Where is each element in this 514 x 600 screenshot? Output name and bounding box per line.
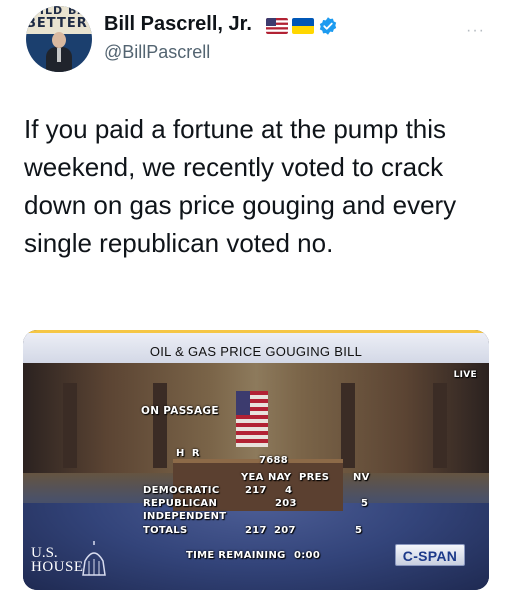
chamber-pillar <box>63 383 77 468</box>
bill-prefix: H R <box>176 448 202 459</box>
capitol-dome-icon <box>82 541 106 576</box>
time-remaining-value: 0:00 <box>294 550 321 561</box>
user-handle[interactable]: @BillPascrell <box>104 42 210 63</box>
tweet-header: UILD BA BETTER Bill Pascrell, Jr. @BillP… <box>0 0 514 90</box>
col-yea: YEA <box>241 472 264 483</box>
avatar[interactable]: UILD BA BETTER <box>26 6 92 72</box>
row-democratic-nay: 4 <box>285 485 293 496</box>
display-name[interactable]: Bill Pascrell, Jr. <box>104 13 252 36</box>
cspan-logo: C-SPAN <box>395 544 465 566</box>
vote-stage: ON PASSAGE <box>141 405 219 417</box>
live-indicator: LIVE <box>453 370 477 380</box>
bill-title-banner: OIL & GAS PRICE GOUGING BILL <box>23 330 489 363</box>
row-republican-label: REPUBLICAN <box>143 498 218 509</box>
avatar-person <box>46 32 72 72</box>
us-house-logo: U.S. HOUSE <box>29 541 109 581</box>
chamber-pillar <box>433 383 447 468</box>
row-republican-nay: 203 <box>275 498 297 509</box>
avatar-banner: UILD BA BETTER <box>26 6 92 34</box>
chamber-flag-icon <box>236 391 268 447</box>
us-flag-icon <box>266 18 288 34</box>
avatar-person-head <box>52 32 66 48</box>
row-democratic-yea: 217 <box>245 485 267 496</box>
row-totals-label: TOTALS <box>143 525 188 536</box>
col-nay: NAY <box>268 472 292 483</box>
chamber-pillar <box>153 383 167 468</box>
bill-number: 7688 <box>259 455 289 466</box>
row-independent-label: INDEPENDENT <box>143 511 227 522</box>
ukraine-flag-icon <box>292 18 314 34</box>
avatar-banner-line2: BETTER <box>26 16 88 31</box>
row-democratic-label: DEMOCRATIC <box>143 485 220 496</box>
time-remaining-label: TIME REMAINING <box>186 550 286 561</box>
chamber-pillar <box>341 383 355 468</box>
row-totals-nay: 207 <box>274 525 296 536</box>
avatar-person-tie <box>57 48 61 62</box>
col-nv: NV <box>353 472 370 483</box>
row-totals-yea: 217 <box>245 525 267 536</box>
house-logo-line2: HOUSE <box>31 559 84 575</box>
verified-badge-icon <box>319 17 337 35</box>
col-pres: PRES <box>299 472 330 483</box>
row-totals-nv: 5 <box>355 525 363 536</box>
row-republican-nv: 5 <box>361 498 369 509</box>
house-logo-line1: U.S. <box>31 545 58 561</box>
more-options-icon[interactable]: ··· <box>466 22 485 40</box>
tweet-text: If you paid a fortune at the pump this w… <box>24 114 457 258</box>
house-chamber-scene: LIVE ON PASSAGE H R 7688 YEA NAY PRES NV… <box>23 363 489 590</box>
tweet-media-image[interactable]: OIL & GAS PRICE GOUGING BILL LIVE ON PAS… <box>23 330 489 590</box>
